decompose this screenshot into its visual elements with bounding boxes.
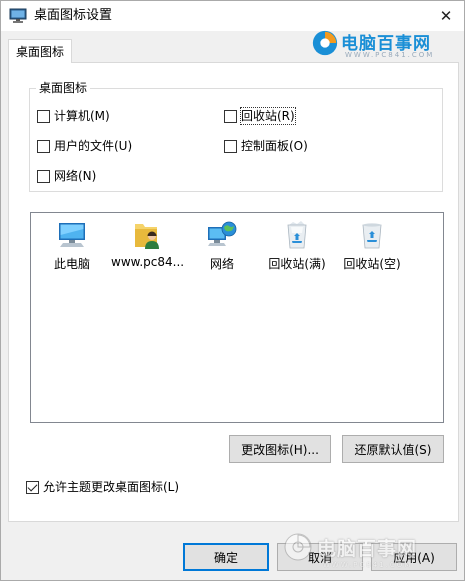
icon-list[interactable]: 此电脑 www.pc84... 网络 回收站(满) 回收站(空) [30, 212, 444, 423]
checkbox-control-panel[interactable]: 控制面板(O) [224, 138, 308, 154]
list-item[interactable]: www.pc84... [111, 217, 183, 277]
cancel-button[interactable]: 取消 [277, 543, 363, 571]
window-title: 桌面图标设置 [34, 8, 113, 23]
desktop-icon-settings-dialog: 桌面图标设置 ✕ 电脑百事网 WWW.PC841.COM 桌面图标 桌面图标 计… [0, 0, 465, 581]
item-label: 此电脑 [53, 257, 90, 271]
checkbox-box[interactable] [26, 480, 39, 494]
checkbox-label: 控制面板(O) [241, 139, 308, 153]
checkbox-allow-themes[interactable]: 允许主题更改桌面图标(L) [26, 479, 179, 495]
checkbox-recycle-bin[interactable]: 回收站(R) [224, 107, 296, 125]
checkbox-box[interactable] [224, 139, 237, 153]
list-item[interactable]: 回收站(空) [336, 217, 408, 277]
tab-panel: 桌面图标 计算机(M) 回收站(R) 用户的文件(U) 控制面板(O) 网络(N… [8, 62, 459, 522]
checkbox-label: 回收站(R) [240, 107, 296, 125]
tab-desktop-icons[interactable]: 桌面图标 [8, 39, 72, 63]
item-label: www.pc84... [111, 255, 183, 269]
pc841-logo-icon [312, 30, 338, 56]
recycle-bin-empty-icon [362, 223, 382, 249]
change-icon-button[interactable]: 更改图标(H)... [229, 435, 331, 463]
item-label: 回收站(满) [268, 257, 326, 271]
checkbox-computer[interactable]: 计算机(M) [37, 108, 110, 124]
checkbox-user-files[interactable]: 用户的文件(U) [37, 138, 132, 154]
checkbox-network[interactable]: 网络(N) [37, 168, 96, 184]
this-pc-icon [59, 223, 85, 247]
brand-logo: 电脑百事网 WWW.PC841.COM [309, 25, 454, 65]
restore-default-button[interactable]: 还原默认值(S) [342, 435, 444, 463]
brand-logo-url: WWW.PC841.COM [345, 51, 435, 59]
list-item[interactable]: 此电脑 [36, 217, 108, 277]
close-icon: ✕ [439, 7, 453, 25]
item-label: 回收站(空) [343, 257, 401, 271]
desktop-icons-group: 桌面图标 计算机(M) 回收站(R) 用户的文件(U) 控制面板(O) 网络(N… [29, 80, 443, 192]
user-folder-icon [135, 224, 159, 249]
ok-button[interactable]: 确定 [183, 543, 269, 571]
network-icon [208, 221, 237, 246]
checkbox-box[interactable] [37, 139, 50, 153]
checkbox-box[interactable] [37, 169, 50, 183]
checkbox-label: 用户的文件(U) [54, 139, 133, 153]
checkbox-label: 网络(N) [54, 169, 97, 183]
desktop-settings-icon [9, 8, 27, 23]
apply-button[interactable]: 应用(A) [371, 543, 457, 571]
list-item[interactable]: 回收站(满) [261, 217, 333, 277]
group-title: 桌面图标 [36, 80, 91, 96]
checkbox-label: 允许主题更改桌面图标(L) [43, 480, 180, 494]
checkbox-box[interactable] [37, 109, 50, 123]
recycle-bin-full-icon [287, 221, 307, 249]
list-item[interactable]: 网络 [186, 217, 258, 277]
checkbox-label: 计算机(M) [54, 109, 110, 123]
item-label: 网络 [209, 257, 234, 271]
checkbox-box[interactable] [224, 109, 237, 123]
